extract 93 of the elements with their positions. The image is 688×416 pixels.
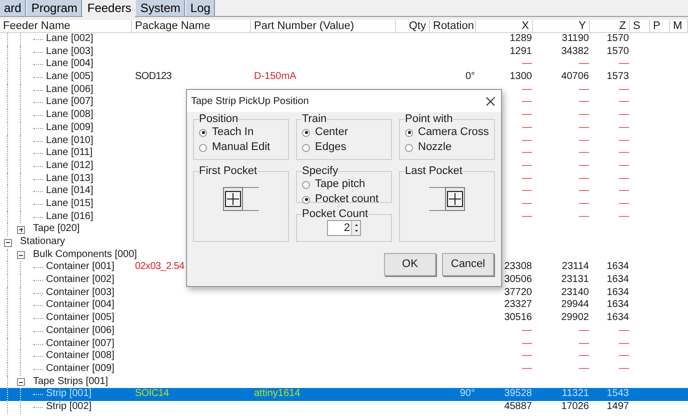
table-cell: — xyxy=(579,324,589,336)
table-cell: 17026 xyxy=(561,400,589,412)
table-cell: 1634 xyxy=(606,261,629,272)
group-label: Pocket Count xyxy=(302,209,368,220)
table-cell: — xyxy=(619,58,629,70)
table-cell: — xyxy=(579,84,589,95)
table-cell: — xyxy=(619,109,629,120)
table-cell: 1291 xyxy=(510,46,532,57)
table-cell: — xyxy=(619,147,629,158)
table-cell: 30516 xyxy=(504,312,532,324)
table-cell: — xyxy=(522,122,532,133)
table-cell: — xyxy=(619,185,629,196)
table-cell: 1570 xyxy=(606,33,629,44)
table-cell: 1634 xyxy=(606,299,629,310)
group-label: Specify xyxy=(302,166,338,177)
table-cell: attiny1614 xyxy=(254,388,300,400)
group-label: Point with xyxy=(405,114,453,125)
table-cell: — xyxy=(522,58,532,70)
table-cell: — xyxy=(522,147,532,158)
table-cell: 1573 xyxy=(606,71,629,82)
table-cell: — xyxy=(619,338,629,348)
table-cell: 23140 xyxy=(561,286,589,298)
table-cell: 31190 xyxy=(562,33,589,44)
table-cell: — xyxy=(619,350,629,362)
table-cell: SOD123 xyxy=(135,71,172,82)
table-cell: — xyxy=(522,84,532,95)
group-label: Last Pocket xyxy=(405,166,462,177)
table-cell: — xyxy=(619,198,629,209)
table-cell: — xyxy=(619,96,629,108)
table-cell: — xyxy=(579,172,589,184)
table-cell: D-150mA xyxy=(254,71,296,82)
table-cell: — xyxy=(522,160,532,171)
table-cell: — xyxy=(619,160,629,171)
table-cell: 39528 xyxy=(504,388,532,400)
table-cell: — xyxy=(579,350,589,362)
table-cell: — xyxy=(522,172,532,184)
table-cell: 29902 xyxy=(561,312,589,324)
table-cell: — xyxy=(522,134,532,146)
table-cell: 40706 xyxy=(561,71,589,82)
table-cell: — xyxy=(579,185,589,196)
table-cell: — xyxy=(522,350,532,362)
table-cell: — xyxy=(619,172,629,184)
table-cell: 1634 xyxy=(606,274,629,286)
group-label: Position xyxy=(199,114,238,125)
table-cell: — xyxy=(522,324,532,336)
table-cell: — xyxy=(619,324,629,336)
table-cell: — xyxy=(522,185,532,196)
table-cell: — xyxy=(522,210,532,222)
group-label: Train xyxy=(302,114,327,125)
table-cell: — xyxy=(579,198,589,209)
table-cell: 34382 xyxy=(561,46,589,57)
table-cell: 23327 xyxy=(504,299,532,310)
table-cell: 11321 xyxy=(562,388,589,400)
table-cell: — xyxy=(579,122,589,133)
table-cell: — xyxy=(579,338,589,348)
table-cell: — xyxy=(579,134,589,146)
table-cell: 1497 xyxy=(606,400,629,412)
table-cell: 23131 xyxy=(561,274,589,286)
table-cell: 1300 xyxy=(510,71,532,82)
table-cell: — xyxy=(522,362,532,374)
table-cell: 37720 xyxy=(504,286,532,298)
table-cell: 0° xyxy=(465,71,475,82)
table-cell: — xyxy=(522,338,532,348)
table-cell: — xyxy=(522,109,532,120)
table-cell: 29944 xyxy=(561,299,589,310)
table-cell: 1289 xyxy=(510,33,532,44)
table-cell: 45887 xyxy=(504,400,532,412)
table-cell: — xyxy=(579,109,589,120)
table-cell: — xyxy=(579,96,589,108)
table-cell: — xyxy=(619,134,629,146)
table-cell: 23114 xyxy=(562,261,589,272)
group-label: First Pocket xyxy=(199,166,258,177)
table-cell: — xyxy=(619,362,629,374)
table-cell: SOIC14 xyxy=(135,388,169,400)
table-cell: — xyxy=(522,96,532,108)
table-cell: — xyxy=(619,122,629,133)
table-cell: — xyxy=(579,58,589,70)
table-cell: — xyxy=(579,147,589,158)
table-cell: — xyxy=(579,160,589,171)
table-cell: 30506 xyxy=(504,274,532,286)
table-cell: 1543 xyxy=(606,388,629,400)
table-cell: — xyxy=(619,210,629,222)
table-cell: — xyxy=(619,84,629,95)
table-cell: 1634 xyxy=(606,286,629,298)
table-cell: 02x03_2.54 xyxy=(135,261,184,272)
table-cell: 90° xyxy=(460,388,475,400)
table-cell: 1634 xyxy=(606,312,629,324)
table-cell: 23308 xyxy=(504,261,532,272)
table-cell: — xyxy=(522,198,532,209)
table-cell: — xyxy=(579,362,589,374)
table-cell: 1570 xyxy=(606,46,629,57)
dialog-title: Tape Strip PickUp Position xyxy=(191,94,309,108)
table-cell: — xyxy=(579,210,589,222)
